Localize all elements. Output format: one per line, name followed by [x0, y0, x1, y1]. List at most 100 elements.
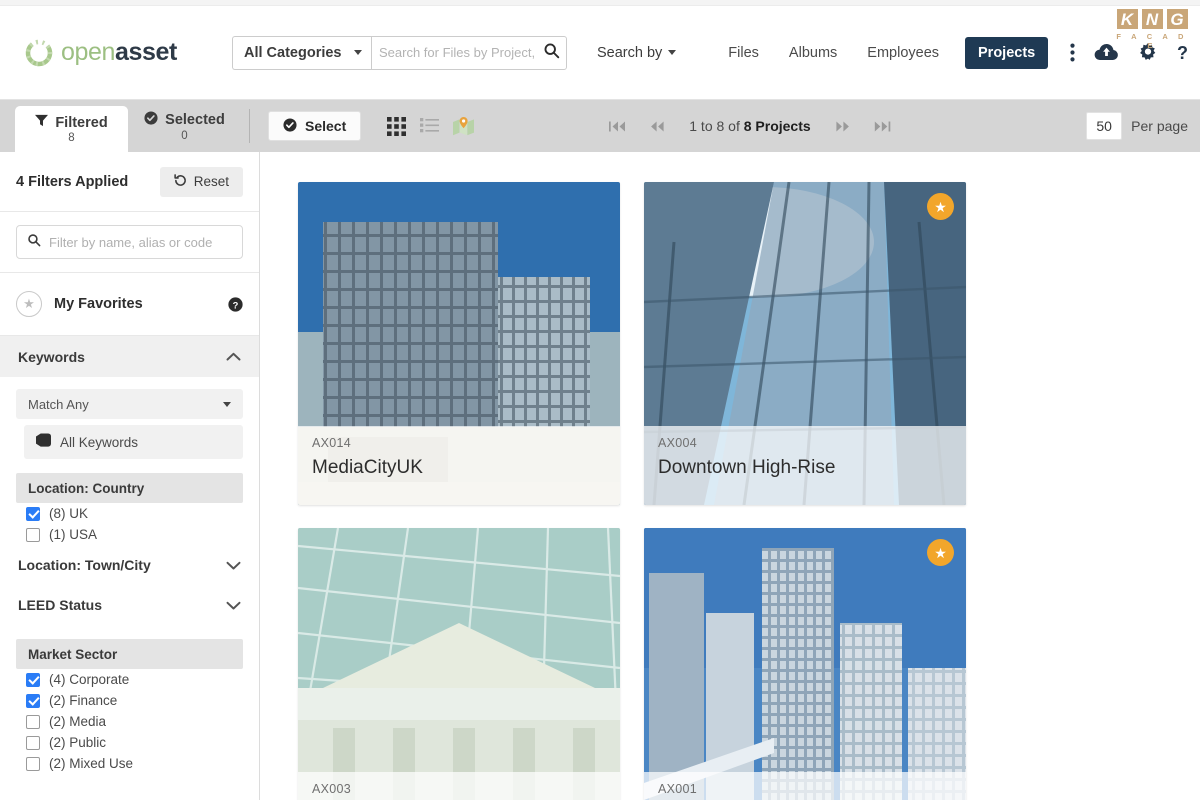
circle-arc-icon [24, 38, 54, 68]
filter-option-mixed-use-label: (2) Mixed Use [49, 756, 134, 771]
view-mode-switcher [387, 116, 475, 136]
group-header-location-town-city[interactable]: Location: Town/City [0, 545, 259, 585]
filters-applied-row: 4 Filters Applied Reset [0, 152, 259, 212]
filter-option-corporate[interactable]: (4) Corporate [0, 669, 259, 690]
checkbox-mixed-use[interactable] [26, 756, 40, 771]
search-by-dropdown[interactable]: Search by [597, 44, 677, 61]
watermark-letter-g: G [1165, 8, 1189, 30]
list-view-icon[interactable] [420, 117, 440, 136]
pagination: 1 to 8 of 8 Projects [609, 118, 890, 134]
filter-option-uk[interactable]: (8) UK [0, 503, 259, 524]
chevron-down-icon [668, 50, 677, 55]
filter-option-usa-label: (1) USA [49, 527, 98, 542]
tab-selected[interactable]: Selected 0 [128, 100, 241, 152]
last-page-icon[interactable] [874, 120, 891, 133]
project-code: AX003 [312, 782, 352, 796]
first-page-icon[interactable] [609, 120, 626, 133]
select-button[interactable]: Select [268, 111, 362, 141]
next-page-icon[interactable] [835, 120, 850, 133]
star-icon: ★ [16, 291, 42, 317]
project-card[interactable]: AX014 MediaCityUK [298, 182, 620, 505]
project-card-overlay: AX014 MediaCityUK [298, 426, 620, 505]
logo-open-text: open [61, 38, 116, 66]
project-code: AX004 [658, 436, 698, 450]
filter-option-finance[interactable]: (2) Finance [0, 690, 259, 711]
tag-icon [36, 432, 51, 452]
filter-option-finance-label: (2) Finance [49, 693, 118, 708]
grid-view-icon[interactable] [387, 116, 407, 136]
watermark-letter-k: K [1115, 8, 1139, 30]
prev-page-icon[interactable] [650, 120, 665, 133]
filter-option-public[interactable]: (2) Public [0, 732, 259, 753]
filter-option-media[interactable]: (2) Media [0, 711, 259, 732]
cloud-upload-icon[interactable] [1094, 43, 1119, 62]
checkbox-media[interactable] [26, 714, 40, 729]
tab-filtered-count: 8 [68, 132, 75, 144]
nav-item-files[interactable]: Files [724, 38, 763, 68]
keywords-section-header[interactable]: Keywords [0, 336, 259, 377]
filter-name-input[interactable] [49, 234, 232, 250]
project-card-overlay: AX001 [644, 772, 966, 800]
group-header-market-sector[interactable]: Market Sector [16, 639, 243, 669]
group-header-leed-status[interactable]: LEED Status [0, 585, 259, 625]
nav-item-albums[interactable]: Albums [785, 38, 841, 68]
per-page-label: Per page [1131, 118, 1188, 134]
project-card[interactable]: ★ AX001 [644, 528, 966, 800]
tab-selected-count: 0 [181, 129, 188, 142]
project-card[interactable]: ★ AX004 Downtown High-Rise [644, 182, 966, 505]
all-keywords-item[interactable]: All Keywords [24, 425, 243, 459]
keyword-match-value: Match Any [28, 396, 89, 412]
chevron-down-icon [354, 50, 362, 55]
projects-grid-area: AX014 MediaCityUK ★ AX004 Downtown High-… [260, 152, 1200, 800]
sidebar-filter-search[interactable] [16, 225, 243, 259]
tab-filtered[interactable]: Filtered 8 [15, 106, 128, 152]
project-title: Downtown High-Rise [658, 457, 836, 478]
openasset-logo[interactable]: openasset [24, 38, 202, 68]
project-card-overlay: AX003 British Museum Court [298, 772, 620, 800]
keyword-match-select[interactable]: Match Any [16, 389, 243, 419]
per-page-control: Per page [1086, 112, 1188, 140]
per-page-input[interactable] [1086, 112, 1123, 140]
my-favorites-label: My Favorites [54, 296, 143, 312]
project-thumbnail [298, 528, 620, 800]
filter-option-usa[interactable]: (1) USA [0, 524, 259, 545]
kebab-menu-icon[interactable] [1070, 43, 1075, 62]
my-favorites-row[interactable]: ★ My Favorites ? [0, 273, 259, 336]
reset-button-label: Reset [193, 174, 229, 189]
map-view-icon[interactable] [453, 116, 475, 136]
check-circle-icon [283, 117, 297, 135]
checkbox-corporate[interactable] [26, 672, 40, 687]
project-code: AX001 [658, 782, 698, 796]
filter-option-media-label: (2) Media [49, 714, 107, 729]
filters-sidebar: 4 Filters Applied Reset Filter by name, … [0, 152, 260, 800]
checkbox-finance[interactable] [26, 693, 40, 708]
checkbox-usa[interactable] [26, 527, 40, 542]
category-select-value: All Categories [244, 44, 342, 61]
help-circle-icon[interactable]: ? [228, 296, 243, 312]
search-input[interactable] [379, 45, 539, 60]
search-by-label: Search by [597, 44, 663, 61]
filter-option-uk-label: (8) UK [49, 506, 89, 521]
project-card[interactable]: AX003 British Museum Court [298, 528, 620, 800]
group-header-leed-status-label: LEED Status [18, 597, 103, 613]
filter-option-mixed-use[interactable]: (2) Mixed Use [0, 753, 259, 774]
group-options-location-country: (8) UK (1) USA [0, 503, 259, 545]
checkbox-public[interactable] [26, 735, 40, 750]
nav-item-employees[interactable]: Employees [863, 38, 943, 68]
checkbox-uk[interactable] [26, 506, 40, 521]
group-options-market-sector: (4) Corporate (2) Finance (2) Media (2) … [0, 669, 259, 774]
favorite-star-badge[interactable]: ★ [927, 193, 954, 220]
select-button-label: Select [305, 118, 347, 134]
group-header-location-country[interactable]: Location: Country [16, 473, 243, 503]
gear-icon[interactable] [1138, 42, 1158, 63]
reset-filters-button[interactable]: Reset [159, 166, 243, 197]
reset-icon [174, 173, 187, 190]
global-search-box[interactable] [371, 35, 567, 70]
logo-asset-text: asset [115, 38, 177, 66]
favorite-star-badge[interactable]: ★ [927, 539, 954, 566]
question-mark-icon[interactable]: ? [1177, 43, 1190, 63]
projects-grid: AX014 MediaCityUK ★ AX004 Downtown High-… [298, 182, 1200, 800]
nav-item-projects[interactable]: Projects [965, 36, 1049, 69]
category-select[interactable]: All Categories [232, 35, 371, 70]
search-icon[interactable] [543, 42, 560, 64]
